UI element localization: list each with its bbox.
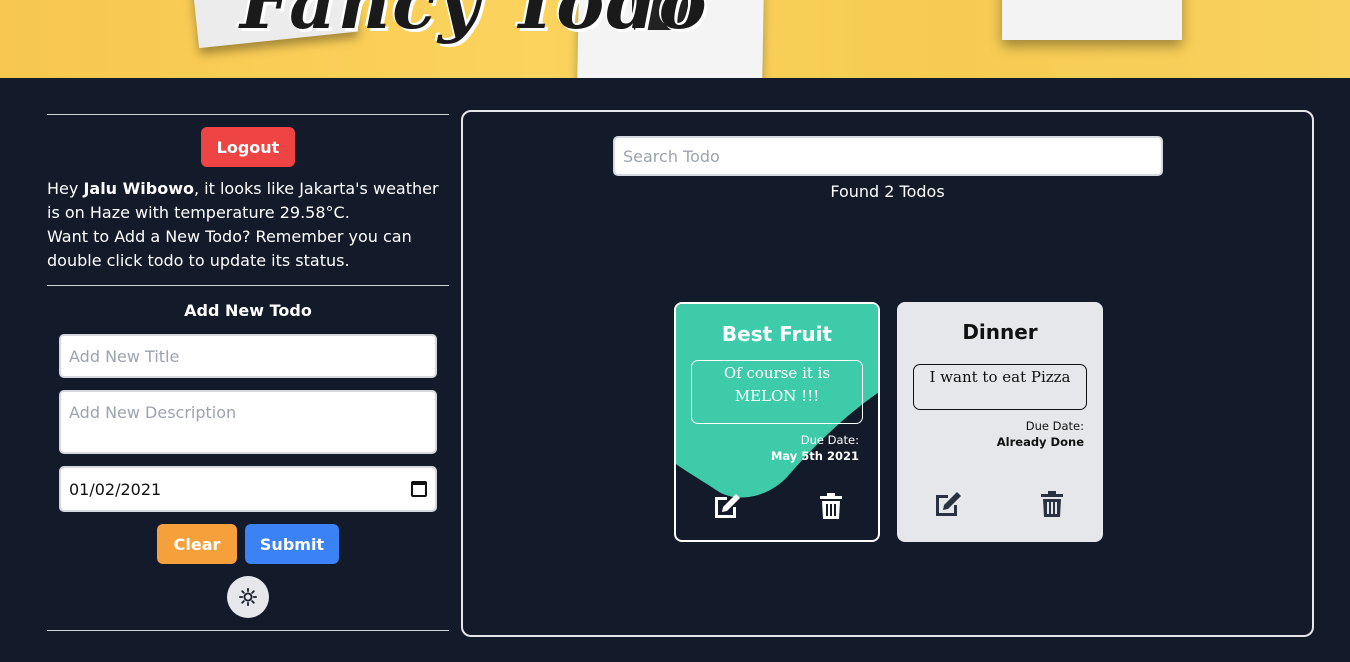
found-count: Found 2 Todos bbox=[830, 182, 945, 201]
trash-icon[interactable] bbox=[819, 492, 843, 520]
due-date-label: Due Date: bbox=[1025, 419, 1084, 433]
new-description-input[interactable] bbox=[59, 390, 437, 454]
sun-icon bbox=[239, 588, 257, 606]
banner-paper-note bbox=[1002, 0, 1182, 40]
clear-button[interactable]: Clear bbox=[157, 524, 237, 564]
trash-icon[interactable] bbox=[1040, 490, 1064, 518]
due-date: Due Date: Already Done bbox=[897, 418, 1084, 450]
user-name: Jalu Wibowo bbox=[83, 179, 194, 198]
todo-title: Dinner bbox=[962, 320, 1038, 344]
edit-icon[interactable] bbox=[933, 490, 963, 518]
divider bbox=[47, 630, 449, 631]
todo-list-panel: Found 2 Todos Best Fruit Of course it is… bbox=[461, 110, 1314, 637]
due-date: Due Date: May 5th 2021 bbox=[676, 432, 859, 464]
divider bbox=[47, 114, 449, 115]
due-date-value: May 5th 2021 bbox=[770, 449, 859, 463]
search-input[interactable] bbox=[613, 136, 1163, 176]
due-date-value: Already Done bbox=[996, 435, 1084, 449]
todo-card[interactable]: Best Fruit Of course it is MELON !!! Due… bbox=[674, 302, 880, 542]
banner-title: Fancy Todo bbox=[240, 0, 709, 45]
sidebar: Logout Hey Jalu Wibowo, it looks like Ja… bbox=[47, 114, 449, 631]
due-date-label: Due Date: bbox=[800, 433, 859, 447]
due-date-value: 01/02/2021 bbox=[69, 479, 162, 499]
greeting-prefix: Hey bbox=[47, 179, 84, 198]
header-banner: Fancy Todo bbox=[0, 0, 1350, 78]
todo-card[interactable]: Dinner I want to eat Pizza Due Date: Alr… bbox=[897, 302, 1103, 542]
double-click-hint: Want to Add a New Todo? Remember you can… bbox=[47, 227, 412, 270]
theme-toggle-button[interactable] bbox=[227, 576, 269, 618]
submit-button[interactable]: Submit bbox=[245, 524, 339, 564]
todo-title: Best Fruit bbox=[721, 322, 833, 346]
divider bbox=[47, 285, 449, 286]
calendar-icon[interactable] bbox=[411, 481, 427, 497]
todo-description: Of course it is MELON !!! bbox=[691, 360, 863, 424]
new-title-input[interactable] bbox=[59, 334, 437, 378]
edit-icon[interactable] bbox=[712, 492, 742, 520]
due-date-input[interactable]: 01/02/2021 bbox=[59, 466, 437, 512]
greeting-text: Hey Jalu Wibowo, it looks like Jakarta's… bbox=[47, 177, 449, 273]
todo-description: I want to eat Pizza bbox=[913, 364, 1087, 410]
add-todo-heading: Add New Todo bbox=[184, 301, 312, 320]
logout-button[interactable]: Logout bbox=[201, 127, 295, 167]
